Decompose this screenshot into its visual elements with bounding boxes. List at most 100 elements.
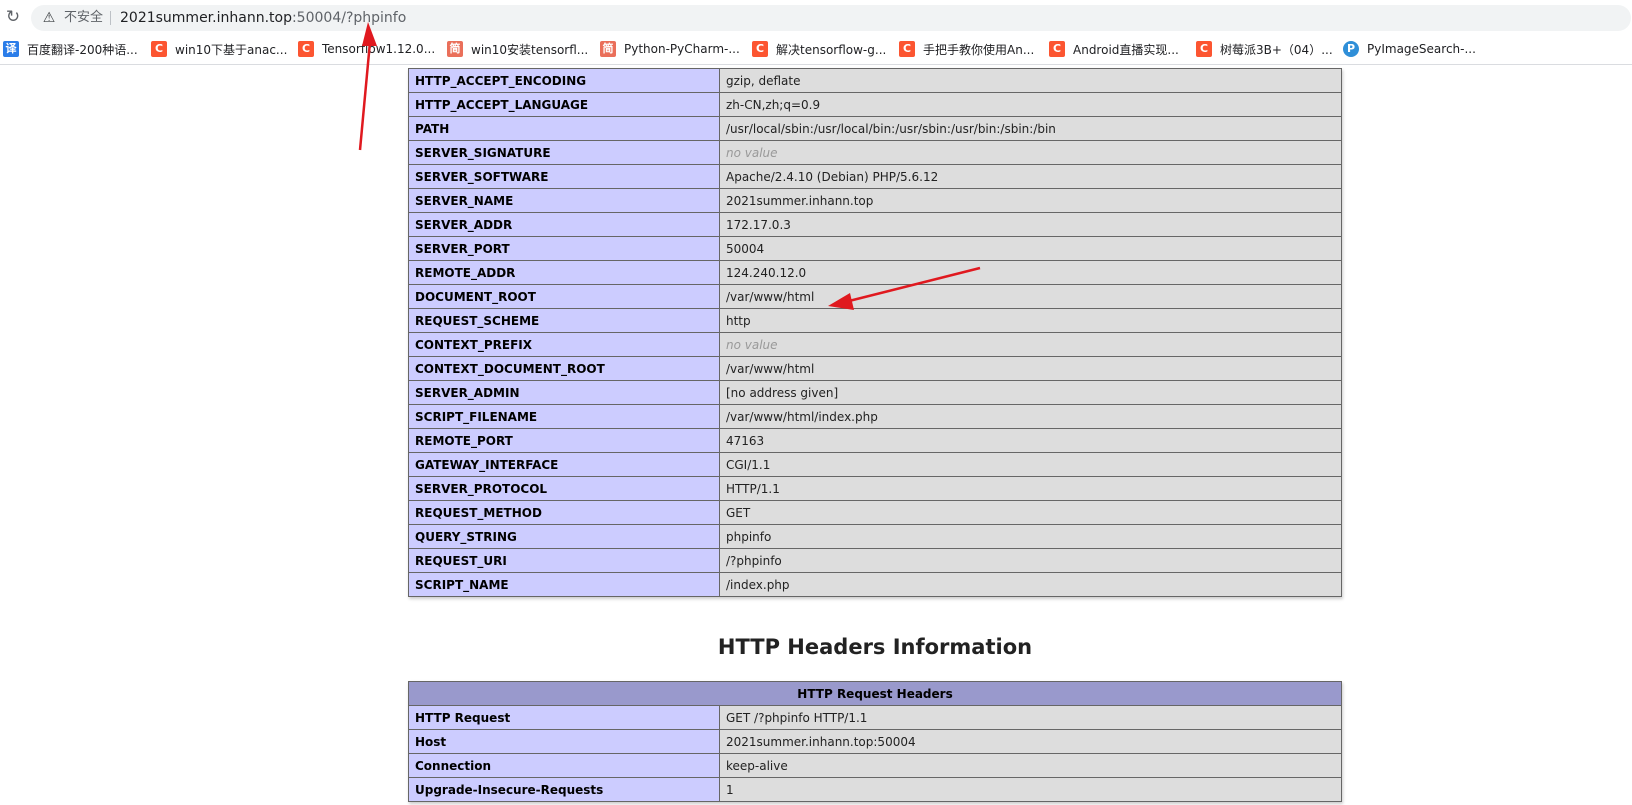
csdn-icon: C — [899, 41, 915, 57]
warning-icon[interactable]: ⚠ — [41, 10, 57, 26]
env-value: [no address given] — [719, 380, 1342, 405]
env-key: SERVER_ADDR — [408, 212, 720, 237]
table-row: DOCUMENT_ROOT/var/www/html — [408, 284, 1342, 309]
env-value: 47163 — [719, 428, 1342, 453]
table-row: REQUEST_METHOD GET — [408, 500, 1342, 525]
bookmark-label: 树莓派3B+（04）... — [1220, 42, 1333, 57]
bookmark-label: 百度翻译-200种语... — [27, 42, 138, 57]
bookmark-label: 解决tensorflow-g... — [776, 42, 887, 57]
env-key: QUERY_STRING — [408, 524, 720, 549]
env-value: gzip, deflate — [719, 68, 1342, 93]
env-value: phpinfo — [719, 524, 1342, 549]
bookmark-win10-tensorflow[interactable]: 简 win10安装tensorfl... — [447, 40, 588, 58]
env-value: 172.17.0.3 — [719, 212, 1342, 237]
header-key: Upgrade-Insecure-Requests — [408, 777, 720, 802]
csdn-icon: C — [151, 41, 167, 57]
env-key: CONTEXT_PREFIX — [408, 332, 720, 357]
env-value: 124.240.12.0 — [719, 260, 1342, 285]
bookmark-label: win10安装tensorfl... — [471, 42, 589, 57]
env-value: http — [719, 308, 1342, 333]
bookmark-label: 手把手教你使用An... — [923, 42, 1035, 57]
bookmark-label: Python-PyCharm-... — [624, 42, 740, 56]
env-value: Apache/2.4.10 (Debian) PHP/5.6.12 — [719, 164, 1342, 189]
address-bar: ↻ ⚠ 不安全 2021summer.inhann.top:50004/?php… — [0, 0, 1632, 34]
env-key: SERVER_SOFTWARE — [408, 164, 720, 189]
environment-table: HTTP_ACCEPT_ENCODING gzip, deflate HTTP_AC… — [408, 68, 1342, 597]
table-row: CONTEXT_DOCUMENT_ROOT/var/www/html — [408, 356, 1342, 381]
bookmark-tensorflow-gpu[interactable]: C 解决tensorflow-g... — [752, 40, 886, 58]
header-key: HTTP Request — [408, 705, 720, 730]
bookmark-label: Tensorflow1.12.0... — [322, 42, 436, 56]
header-key: Connection — [408, 753, 720, 778]
table-row: GATEWAY_INTERFACE CGI/1.1 — [408, 452, 1342, 477]
bookmark-python-pycharm[interactable]: 简 Python-PyCharm-... — [600, 40, 740, 58]
table-row: SERVER_SIGNATURE no value — [408, 140, 1342, 165]
table-row: REQUEST_URI/?phpinfo — [408, 548, 1342, 573]
env-key: REQUEST_METHOD — [408, 500, 720, 525]
env-value: /var/www/html/index.php — [719, 404, 1342, 429]
security-label[interactable]: 不安全 — [64, 10, 103, 26]
url-text[interactable]: 2021summer.inhann.top:50004/?phpinfo — [120, 9, 406, 27]
table-row: HTTP_ACCEPT_ENCODING gzip, deflate — [408, 68, 1342, 93]
url-host: 2021summer.inhann.top — [120, 10, 292, 26]
bookmark-android-tutorial[interactable]: C 手把手教你使用An... — [899, 40, 1034, 58]
env-value: /index.php — [719, 572, 1342, 597]
env-value: no value — [719, 332, 1342, 357]
env-value: 2021summer.inhann.top — [719, 188, 1342, 213]
baidu-translate-icon: 译 — [3, 41, 19, 57]
csdn-icon: C — [298, 41, 314, 57]
table-row: SERVER_NAME 2021summer.inhann.top — [408, 188, 1342, 213]
bookmark-label: win10下基于anac... — [175, 42, 288, 57]
table-row: REMOTE_PORT 47163 — [408, 428, 1342, 453]
reload-icon[interactable]: ↻ — [4, 8, 22, 26]
table-row: REQUEST_SCHEME http — [408, 308, 1342, 333]
csdn-icon: C — [1196, 41, 1212, 57]
table-row: HTTP Request GET /?phpinfo HTTP/1.1 — [408, 705, 1342, 730]
bookmark-android-live[interactable]: C Android直播实现... — [1049, 40, 1179, 58]
header-value: 1 — [719, 777, 1342, 802]
bookmark-label: PyImageSearch-... — [1367, 42, 1476, 56]
bookmark-label: Android直播实现... — [1073, 42, 1179, 57]
bookmark-raspberry-pi[interactable]: C 树莓派3B+（04）... — [1196, 40, 1333, 58]
table-header-row: HTTP Request Headers — [408, 681, 1342, 706]
http-headers-title: HTTP Headers Information — [717, 635, 1033, 659]
env-key: REQUEST_SCHEME — [408, 308, 720, 333]
env-value: HTTP/1.1 — [719, 476, 1342, 501]
bookmark-baidu-translate[interactable]: 译 百度翻译-200种语... — [3, 40, 138, 58]
table-row: PATH/usr/local/sbin:/usr/local/bin:/usr/… — [408, 116, 1342, 141]
env-value: zh-CN,zh;q=0.9 — [719, 92, 1342, 117]
env-value: GET — [719, 500, 1342, 525]
table-row: Upgrade-Insecure-Requests 1 — [408, 777, 1342, 802]
env-value: /usr/local/sbin:/usr/local/bin:/usr/sbin… — [719, 116, 1342, 141]
env-key: PATH — [408, 116, 720, 141]
bookmark-pyimagesearch[interactable]: P PyImageSearch-... — [1343, 40, 1476, 58]
no-value-text: no value — [726, 145, 778, 160]
env-key: SCRIPT_FILENAME — [408, 404, 720, 429]
url-path: :50004/?phpinfo — [291, 10, 407, 26]
header-key: Host — [408, 729, 720, 754]
table-row: SCRIPT_FILENAME/var/www/html/index.php — [408, 404, 1342, 429]
env-value: /var/www/html — [719, 356, 1342, 381]
csdn-icon: C — [1049, 41, 1065, 57]
env-key: HTTP_ACCEPT_ENCODING — [408, 68, 720, 93]
omnibox-separator — [110, 11, 111, 25]
table-row: SERVER_ADMIN [no address given] — [408, 380, 1342, 405]
env-key: GATEWAY_INTERFACE — [408, 452, 720, 477]
table-row: SERVER_PORT 50004 — [408, 236, 1342, 261]
env-key: SCRIPT_NAME — [408, 572, 720, 597]
header-value: keep-alive — [719, 753, 1342, 778]
table-row: QUERY_STRING phpinfo — [408, 524, 1342, 549]
env-key: SERVER_NAME — [408, 188, 720, 213]
table-header: HTTP Request Headers — [408, 681, 1342, 706]
env-value: /var/www/html — [719, 284, 1342, 309]
env-key: REQUEST_URI — [408, 548, 720, 573]
env-key: REMOTE_PORT — [408, 428, 720, 453]
bookmarks-bar: 译 百度翻译-200种语... C win10下基于anac... C Tens… — [0, 34, 1632, 65]
bookmark-tensorflow[interactable]: C Tensorflow1.12.0... — [298, 40, 435, 58]
header-value: 2021summer.inhann.top:50004 — [719, 729, 1342, 754]
table-row: SERVER_SOFTWARE Apache/2.4.10 (Debian) PH… — [408, 164, 1342, 189]
env-value: no value — [719, 140, 1342, 165]
no-value-text: no value — [726, 337, 778, 352]
omnibox[interactable]: ⚠ 不安全 2021summer.inhann.top:50004/?phpin… — [31, 5, 1631, 31]
bookmark-win10-anaconda[interactable]: C win10下基于anac... — [151, 40, 287, 58]
